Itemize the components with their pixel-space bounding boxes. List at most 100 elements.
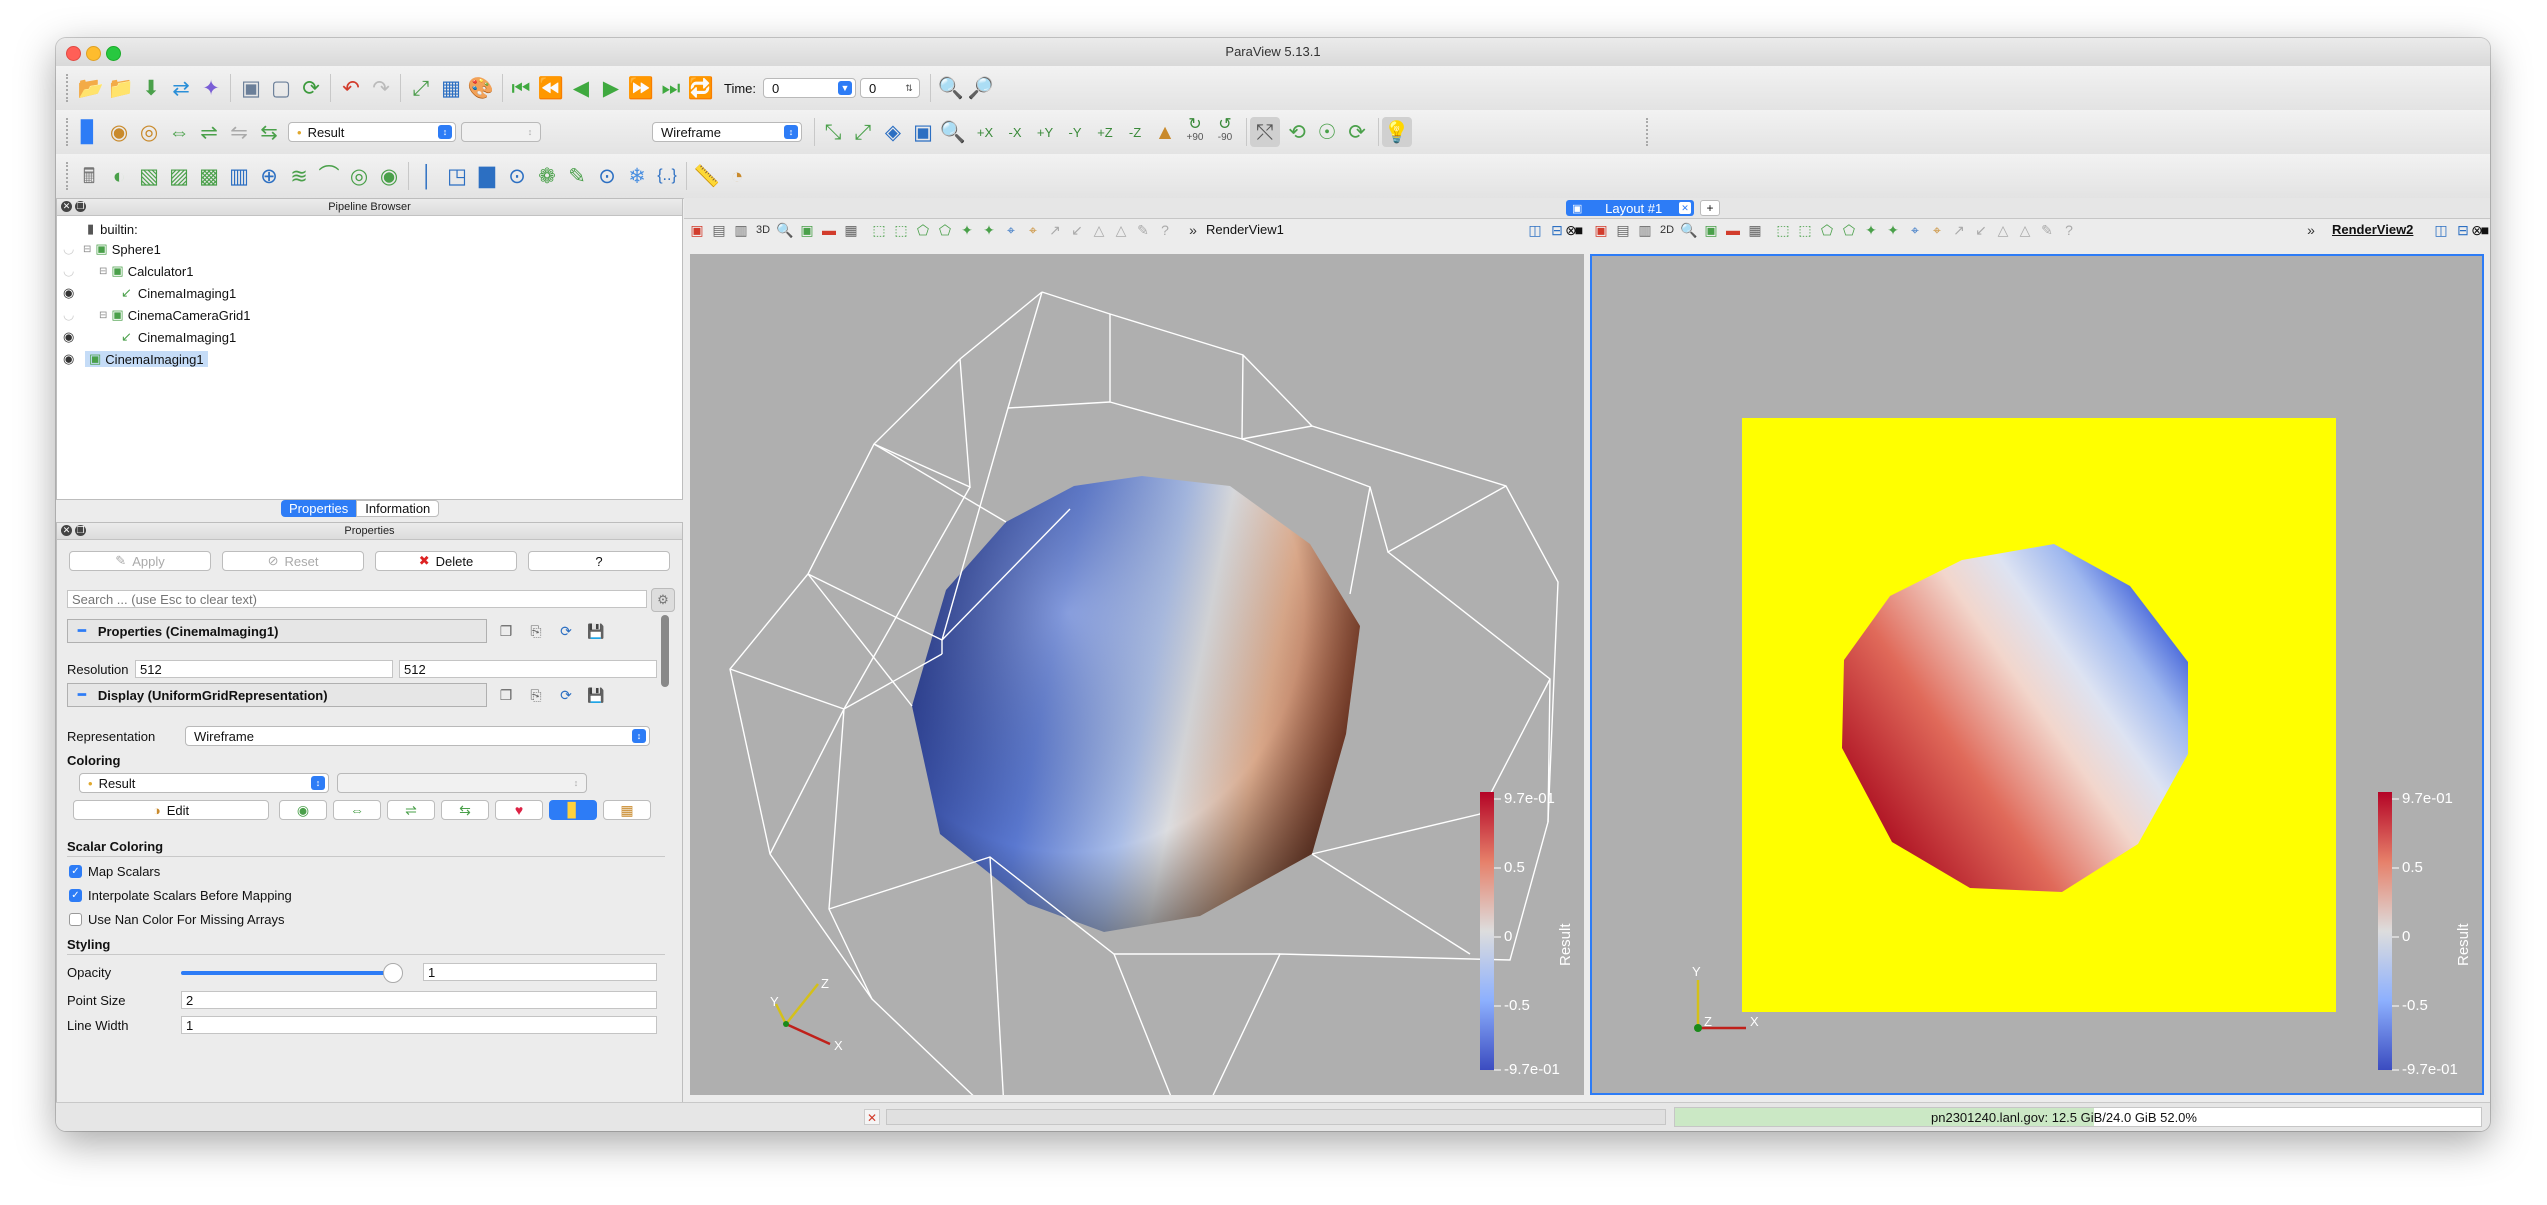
extract-selection-icon[interactable]: △	[2014, 220, 2036, 240]
screenshot-icon[interactable]: ▥	[1634, 220, 1656, 240]
tab-information[interactable]: Information	[356, 500, 440, 517]
add-layout-button[interactable]: +	[1700, 200, 1720, 216]
previous-frame-icon[interactable]: ⏪	[536, 73, 566, 103]
grow-selection-icon[interactable]: ↗	[1948, 220, 1970, 240]
warp-vector-icon[interactable]: ⌒	[314, 161, 344, 191]
edit-colormap-icon[interactable]: ◉	[104, 117, 134, 147]
probe-icon[interactable]: ❁	[532, 161, 562, 191]
group-datasets-icon[interactable]: ◎	[344, 161, 374, 191]
render-view-2[interactable]: Y Z X 9.7e-01 0.5 0 -0.5 -9.7e-01 Result	[1590, 254, 2484, 1095]
select-polygon-icon[interactable]: ⬠	[912, 220, 934, 240]
opacity-slider-thumb[interactable]	[383, 963, 403, 983]
ruler-icon[interactable]: 📏	[692, 161, 722, 191]
macro-icon[interactable]: ✦	[196, 73, 226, 103]
select-block-icon[interactable]: ▦	[1744, 220, 1766, 240]
rescale-colormap-icon[interactable]: ◎	[134, 117, 164, 147]
plot-selection-icon[interactable]: ✎	[1132, 220, 1154, 240]
view-plus-y-icon[interactable]: +Y	[1030, 117, 1060, 147]
select-polygon-icon[interactable]: ⬠	[1816, 220, 1838, 240]
screenshot-icon[interactable]: ▥	[730, 220, 752, 240]
color-component-combo[interactable]: ↕	[461, 122, 541, 142]
shrink-selection-icon[interactable]: ↙	[1066, 220, 1088, 240]
zoom-icon[interactable]: 🔍	[1678, 220, 1700, 240]
slice-icon[interactable]: ▨	[164, 161, 194, 191]
save-icon[interactable]: 💾	[585, 685, 607, 705]
select-points-icon[interactable]: ▣	[1700, 220, 1722, 240]
eye-closed-icon[interactable]: ◡	[63, 241, 79, 257]
plot-selection-icon[interactable]: ✎	[2036, 220, 2058, 240]
save-icon[interactable]: 💾	[585, 621, 607, 641]
select-frustum-points-icon[interactable]: ⬚	[1794, 220, 1816, 240]
representation-combo[interactable]: Wireframe ↕	[185, 726, 650, 746]
camera-redo-icon[interactable]: ⟳	[1342, 117, 1372, 147]
view-plus-x-icon[interactable]: +X	[970, 117, 1000, 147]
capture-icon[interactable]: ▣	[686, 220, 708, 240]
point-size-field[interactable]: 2	[181, 991, 657, 1009]
snowflake-icon[interactable]: ❄	[622, 161, 652, 191]
connect-server-icon[interactable]: ▣	[236, 73, 266, 103]
undock-icon[interactable]: ❐	[75, 525, 86, 536]
representation-combo[interactable]: Wireframe ↕	[652, 122, 802, 142]
eye-open-icon[interactable]: ◉	[63, 351, 79, 367]
split-horizontal-icon[interactable]: ◫	[2430, 220, 2452, 240]
section-properties-header[interactable]: ━ Properties (CinemaImaging1)	[67, 619, 487, 643]
glyph-icon[interactable]: ⊕	[254, 161, 284, 191]
gear-icon[interactable]: ⚙	[651, 588, 675, 612]
eye-closed-icon[interactable]: ◡	[63, 263, 79, 279]
last-frame-icon[interactable]: ⏭	[656, 73, 686, 103]
auto-apply-icon[interactable]: ⟳	[296, 73, 326, 103]
hover-cells-icon[interactable]: ⌖	[1926, 220, 1948, 240]
tree-item-cinemaimaging1-selected[interactable]: ◉ ▣ CinemaImaging1	[63, 349, 208, 369]
eye-open-icon[interactable]: ◉	[63, 285, 79, 301]
undo-icon[interactable]: ↶	[336, 73, 366, 103]
rotate-plus-90-icon[interactable]: ↻ +90	[1180, 115, 1210, 145]
extract-subset-icon[interactable]: ▥	[224, 161, 254, 191]
select-block-icon[interactable]: ▦	[840, 220, 862, 240]
collapse-icon[interactable]: ⊟	[99, 310, 107, 321]
line-width-field[interactable]: 1	[181, 1016, 657, 1034]
zoom-to-data-icon[interactable]: 🔎	[966, 73, 996, 103]
plot-over-line-icon[interactable]: │	[412, 161, 442, 191]
choose-preset-button[interactable]: ◉	[279, 800, 327, 820]
interactive-select-points-icon[interactable]: ✦	[1882, 220, 1904, 240]
braces-icon[interactable]: {..}	[652, 161, 682, 191]
query-icon[interactable]: ?	[1154, 220, 1176, 240]
help-button[interactable]: ?	[528, 551, 670, 571]
view-mode-toggle[interactable]: 3D	[752, 220, 774, 240]
properties-scrollbar[interactable]	[661, 615, 669, 687]
grow-selection-icon[interactable]: ↗	[1044, 220, 1066, 240]
edit-color-legend-button[interactable]: ▦	[603, 800, 651, 820]
reload-icon[interactable]: ⟳	[555, 685, 577, 705]
calculator-icon[interactable]: 🖩	[74, 161, 104, 191]
apply-button[interactable]: ✎ Apply	[69, 551, 211, 571]
extract-selection-icon[interactable]: △	[1110, 220, 1132, 240]
next-frame-icon[interactable]: ⏩	[626, 73, 656, 103]
hover-cells-icon[interactable]: ⌖	[1022, 220, 1044, 240]
collapse-icon[interactable]: ⊟	[99, 266, 107, 277]
rotate-minus-90-icon[interactable]: ↺ -90	[1210, 115, 1240, 145]
undock-icon[interactable]: ❐	[75, 201, 86, 212]
reset-camera-icon[interactable]: ⤢	[406, 73, 436, 103]
threshold-icon[interactable]: ▩	[194, 161, 224, 191]
tree-item-calculator1[interactable]: ◡ ⊟ ▣ Calculator1	[63, 261, 193, 281]
close-icon[interactable]: ✕	[61, 201, 72, 212]
copy-icon[interactable]: ❐	[495, 621, 517, 641]
contour-icon[interactable]: ◐	[104, 161, 134, 191]
shrink-selection-icon[interactable]: ↙	[1970, 220, 1992, 240]
load-state-icon[interactable]: 📁	[106, 73, 136, 103]
view-minus-y-icon[interactable]: -Y	[1060, 117, 1090, 147]
memory-inspector[interactable]: pn2301240.lanl.gov: 12.5 GiB/24.0 GiB 52…	[1674, 1107, 2482, 1127]
reverse-play-icon[interactable]: ◀	[566, 73, 596, 103]
nan-color-checkbox[interactable]	[69, 913, 82, 926]
reload-icon[interactable]: ⟳	[555, 621, 577, 641]
tree-item-cinemacameragrid1[interactable]: ◡ ⊟ ▣ CinemaCameraGrid1	[63, 305, 251, 325]
tree-item-cinemaimaging1-b[interactable]: ◉ ↙ CinemaImaging1	[63, 327, 236, 347]
select-frustum-points-icon[interactable]: ⬚	[890, 220, 912, 240]
camera-icon[interactable]: ▤	[708, 220, 730, 240]
view-plus-z-icon[interactable]: +Z	[1090, 117, 1120, 147]
delete-button[interactable]: ✖ Delete	[375, 551, 517, 571]
disconnect-server-icon[interactable]: ▢	[266, 73, 296, 103]
camera-undo-icon[interactable]: ⟲	[1282, 117, 1312, 147]
clear-selection-icon[interactable]: △	[1992, 220, 2014, 240]
temporal-plot-icon[interactable]: ⊙	[592, 161, 622, 191]
